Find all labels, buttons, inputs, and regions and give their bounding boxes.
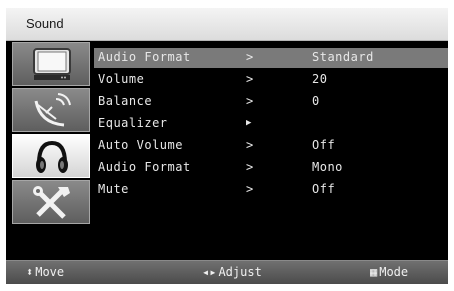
- row-label: Volume: [98, 72, 145, 86]
- tools-icon: [33, 186, 70, 219]
- sidebar-item-picture[interactable]: [12, 42, 90, 86]
- submenu-arrow: >: [246, 138, 254, 152]
- submenu-arrow: >: [246, 160, 254, 174]
- row-value: 0: [312, 94, 320, 108]
- hint-mode: ▦ Mode: [370, 265, 408, 279]
- row-label: Audio Format: [98, 50, 191, 64]
- hint-adjust: ◂▸ Adjust: [202, 265, 262, 279]
- tv-icon: [33, 48, 71, 80]
- row-value: Standard: [312, 50, 374, 64]
- menu-row-equalizer[interactable]: Equalizer ▶: [94, 114, 448, 134]
- category-sidebar: [12, 42, 90, 232]
- menu-row-audio-format-mono[interactable]: Audio Format > Mono: [94, 158, 448, 178]
- hint-adjust-label: Adjust: [218, 265, 262, 279]
- menu-row-balance[interactable]: Balance > 0: [94, 92, 448, 112]
- menu-row-mute[interactable]: Mute > Off: [94, 180, 448, 200]
- sidebar-item-setup[interactable]: [12, 180, 90, 224]
- submenu-arrow: >: [246, 72, 254, 86]
- row-label: Mute: [98, 182, 129, 196]
- up-down-arrow-icon: ⬍: [26, 265, 34, 279]
- key-hint-bar: ⬍ Move ◂▸ Adjust ▦ Mode: [6, 260, 448, 284]
- sidebar-item-channel[interactable]: [12, 88, 90, 132]
- row-value: 20: [312, 72, 328, 86]
- menu-row-auto-volume[interactable]: Auto Volume > Off: [94, 136, 448, 156]
- menu-row-audio-format[interactable]: Audio Format > Standard: [94, 48, 448, 68]
- row-label: Auto Volume: [98, 138, 183, 152]
- headphones-icon: [36, 140, 68, 173]
- menu-button-icon: ▦: [370, 265, 378, 279]
- hint-move-label: Move: [35, 265, 65, 279]
- hint-move: ⬍ Move: [26, 265, 64, 279]
- left-right-arrow-icon: ◂▸: [202, 265, 217, 279]
- menu-title: Sound: [26, 16, 64, 31]
- sidebar-item-sound[interactable]: [12, 134, 90, 178]
- menu-row-volume[interactable]: Volume > 20: [94, 70, 448, 90]
- submenu-arrow: >: [246, 94, 254, 108]
- row-value: Off: [312, 182, 336, 196]
- submenu-arrow: >: [246, 50, 254, 64]
- row-label: Audio Format: [98, 160, 191, 174]
- hint-mode-label: Mode: [379, 265, 409, 279]
- row-label: Equalizer: [98, 116, 168, 130]
- row-label: Balance: [98, 94, 153, 108]
- play-arrow-icon: ▶: [246, 118, 252, 128]
- row-value: Mono: [312, 160, 343, 174]
- submenu-arrow: >: [246, 182, 254, 196]
- row-value: Off: [312, 138, 336, 152]
- osd-menu-window: Sound Audio Format > Standard Volume > 2…: [6, 8, 448, 284]
- satellite-dish-icon: [34, 93, 71, 127]
- title-bar: Sound: [6, 8, 448, 41]
